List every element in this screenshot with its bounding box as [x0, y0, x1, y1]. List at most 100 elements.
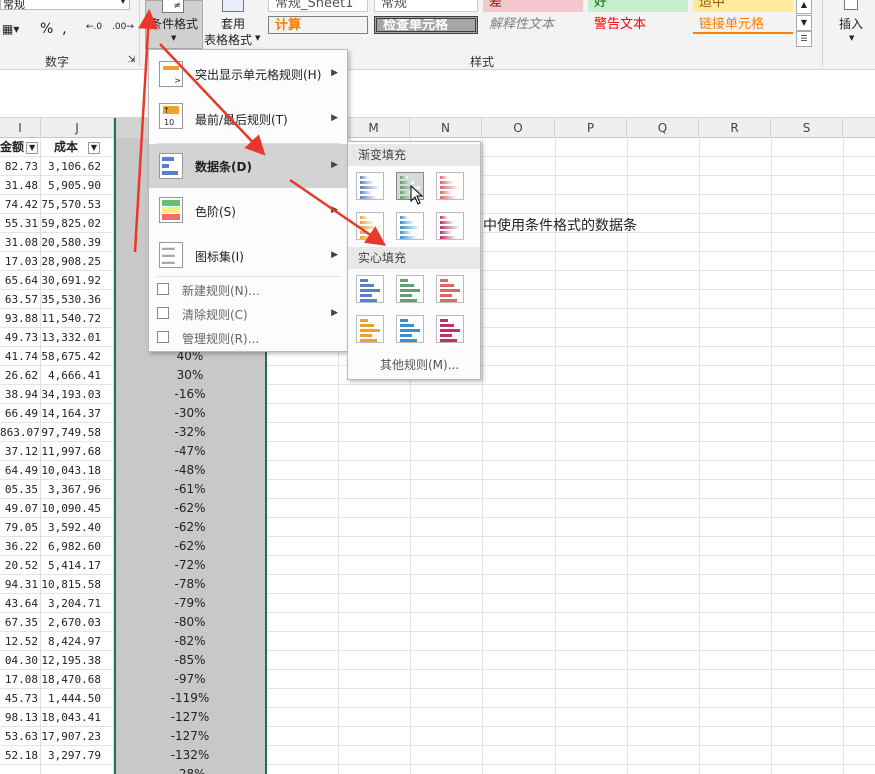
table-cell[interactable]: 67.35	[0, 613, 41, 632]
table-cell[interactable]: 12.52	[0, 632, 41, 651]
selected-cell[interactable]: -72%	[114, 556, 267, 575]
table-header-cell[interactable]: 金额 ▼	[0, 138, 41, 157]
style-bad[interactable]: 差	[483, 0, 583, 12]
style-linked-cell[interactable]: 链接单元格	[693, 16, 793, 34]
table-cell[interactable]: 31.48	[0, 176, 41, 195]
table-cell[interactable]: 28,908.25	[41, 252, 114, 271]
gradient-data-bar-option[interactable]	[436, 172, 464, 200]
selected-cell[interactable]: -30%	[114, 404, 267, 423]
format-as-table-button[interactable]: 套用 表格格式 ▼	[203, 0, 263, 49]
table-cell[interactable]: 59,825.02	[41, 214, 114, 233]
table-cell[interactable]: 13,332.01	[41, 328, 114, 347]
gradient-data-bar-option[interactable]	[356, 172, 384, 200]
table-cell[interactable]: 93.88	[0, 309, 41, 328]
table-cell[interactable]: 97,749.58	[41, 423, 114, 442]
selected-cell[interactable]: -85%	[114, 651, 267, 670]
table-cell[interactable]: 98.13	[0, 708, 41, 727]
table-cell[interactable]: 79.05	[0, 518, 41, 537]
table-cell[interactable]: 3,592.40	[41, 518, 114, 537]
column-header[interactable]: Q	[627, 118, 699, 138]
selected-cell[interactable]: -132%	[114, 746, 267, 765]
table-cell[interactable]: 52.18	[0, 746, 41, 765]
number-format-dropdown[interactable]: 常规 ▼	[0, 0, 130, 11]
style-normal[interactable]: 常规	[374, 0, 478, 12]
table-cell[interactable]: 1,444.50	[41, 689, 114, 708]
column-header[interactable]: O	[482, 118, 555, 138]
style-warning[interactable]: 警告文本	[588, 16, 688, 34]
table-cell[interactable]: 82.73	[0, 157, 41, 176]
table-cell[interactable]: 36.22	[0, 537, 41, 556]
menu-item-color-scales[interactable]: 色阶(S) ▶	[149, 189, 347, 233]
table-cell[interactable]: 20.52	[0, 556, 41, 575]
column-header[interactable]: N	[410, 118, 482, 138]
selected-cell[interactable]: -62%	[114, 537, 267, 556]
currency-icon[interactable]: ▦▾	[2, 22, 19, 36]
table-cell[interactable]: 75,570.53	[41, 195, 114, 214]
selected-cell[interactable]: -79%	[114, 594, 267, 613]
table-cell[interactable]: 17.03	[0, 252, 41, 271]
column-header[interactable]: R	[699, 118, 771, 138]
filter-dropdown-icon[interactable]: ▼	[26, 141, 39, 154]
selected-cell[interactable]: -62%	[114, 499, 267, 518]
style-normal-sheet[interactable]: 常规_Sheet1	[268, 0, 368, 12]
solid-data-bar-option[interactable]	[356, 275, 384, 303]
table-cell[interactable]: 31.08	[0, 233, 41, 252]
more-rules-item[interactable]: 其他规则(M)...	[380, 356, 459, 373]
selected-cell[interactable]: -48%	[114, 461, 267, 480]
dialog-launcher-icon[interactable]: ⇲	[128, 55, 136, 65]
menu-item-clear-rules[interactable]: 清除规则(C) ▶	[149, 302, 347, 326]
table-cell[interactable]: 45.73	[0, 689, 41, 708]
column-header[interactable]: P	[555, 118, 627, 138]
table-header-cell[interactable]: 成本 ▼	[41, 138, 114, 157]
column-header[interactable]: I	[0, 118, 41, 138]
table-cell[interactable]: 63.57	[0, 290, 41, 309]
gradient-data-bar-option[interactable]	[396, 212, 424, 240]
style-neutral[interactable]: 适中	[693, 0, 793, 12]
style-check-cell[interactable]: 检查单元格	[374, 16, 478, 34]
table-cell[interactable]: 41.74	[0, 347, 41, 366]
selected-cell[interactable]: -127%	[114, 727, 267, 746]
styles-more[interactable]: ☰	[796, 31, 812, 47]
table-cell[interactable]: 863.07	[0, 423, 41, 442]
table-cell[interactable]: 18,043.41	[41, 708, 114, 727]
selected-cell[interactable]: -119%	[114, 689, 267, 708]
styles-scroll-up[interactable]: ▲	[796, 0, 812, 14]
table-cell[interactable]: 04.30	[0, 651, 41, 670]
percent-button[interactable]: %	[40, 21, 53, 37]
column-header[interactable]: J	[41, 118, 114, 138]
table-cell[interactable]: 11,997.68	[41, 442, 114, 461]
style-calc[interactable]: 计算	[268, 16, 368, 34]
table-cell[interactable]: 65.64	[0, 271, 41, 290]
table-cell[interactable]: 05.35	[0, 480, 41, 499]
table-cell[interactable]: 6,982.60	[41, 537, 114, 556]
table-cell[interactable]: 49.07	[0, 499, 41, 518]
selected-cell[interactable]: -62%	[114, 518, 267, 537]
conditional-format-button[interactable]: ≠ 条件格式 ▼	[145, 0, 203, 49]
decrease-decimal-icon[interactable]: .00→	[112, 22, 134, 32]
table-cell[interactable]: 10,043.18	[41, 461, 114, 480]
selected-cell[interactable]: -32%	[114, 423, 267, 442]
column-header[interactable]: M	[338, 118, 410, 138]
column-header[interactable]: S	[771, 118, 843, 138]
solid-data-bar-option[interactable]	[396, 315, 424, 343]
table-cell[interactable]: 3,297.79	[41, 746, 114, 765]
table-cell[interactable]: 5,414.17	[41, 556, 114, 575]
selected-cell[interactable]: -97%	[114, 670, 267, 689]
table-cell[interactable]: 35,530.36	[41, 290, 114, 309]
table-cell[interactable]: 17.08	[0, 670, 41, 689]
table-cell[interactable]: 20,580.39	[41, 233, 114, 252]
table-cell[interactable]: 12,195.38	[41, 651, 114, 670]
table-cell[interactable]: 55.31	[0, 214, 41, 233]
table-cell[interactable]: 66.49	[0, 404, 41, 423]
table-cell[interactable]: 74.42	[0, 195, 41, 214]
table-cell[interactable]: 10,815.58	[41, 575, 114, 594]
menu-item-new-rule[interactable]: 新建规则(N)...	[149, 278, 347, 302]
menu-item-top-bottom-rules[interactable]: ↑ 10 最前/最后规则(T) ▶	[149, 97, 347, 142]
table-cell[interactable]: 10,090.45	[41, 499, 114, 518]
table-cell[interactable]: 17,907.23	[41, 727, 114, 746]
table-cell[interactable]: 26.62	[0, 366, 41, 385]
insert-button[interactable]: 插入 ▼	[833, 0, 871, 49]
table-cell[interactable]: 18,470.68	[41, 670, 114, 689]
selected-cell[interactable]: -82%	[114, 632, 267, 651]
table-cell[interactable]: 30,691.92	[41, 271, 114, 290]
